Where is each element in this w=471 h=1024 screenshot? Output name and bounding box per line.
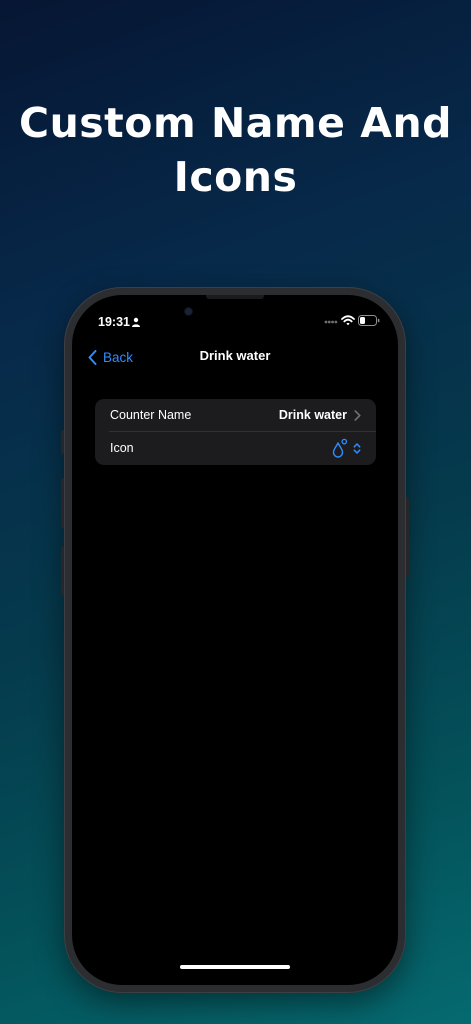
- headline-line-1: Custom Name And: [19, 99, 452, 147]
- counter-name-value: Drink water: [278, 408, 347, 422]
- notch: [206, 295, 264, 299]
- settings-group: Counter Name Drink water Icon: [95, 399, 376, 465]
- home-indicator[interactable]: [180, 965, 290, 969]
- headline: Custom Name And Icons: [0, 96, 471, 204]
- icon-row[interactable]: Icon: [95, 432, 376, 465]
- icon-label: Icon: [110, 441, 134, 455]
- phone-screen: 19:31 Back Drink water Counter Name Drin…: [72, 295, 398, 985]
- signal-dots-icon: [324, 320, 338, 324]
- nav-title: Drink water: [199, 348, 271, 363]
- counter-name-label: Counter Name: [110, 408, 192, 422]
- counter-name-row[interactable]: Counter Name Drink water: [95, 399, 376, 432]
- wifi-icon: [341, 315, 355, 326]
- chevron-right-icon: [354, 410, 361, 421]
- water-drop-icon: [332, 438, 348, 458]
- headline-line-2: Icons: [173, 153, 298, 201]
- person-icon: [132, 317, 140, 327]
- chevron-up-down-icon: [353, 443, 361, 454]
- camera-icon: [185, 308, 192, 315]
- battery-icon: [358, 315, 380, 326]
- status-time: 19:31: [98, 315, 130, 329]
